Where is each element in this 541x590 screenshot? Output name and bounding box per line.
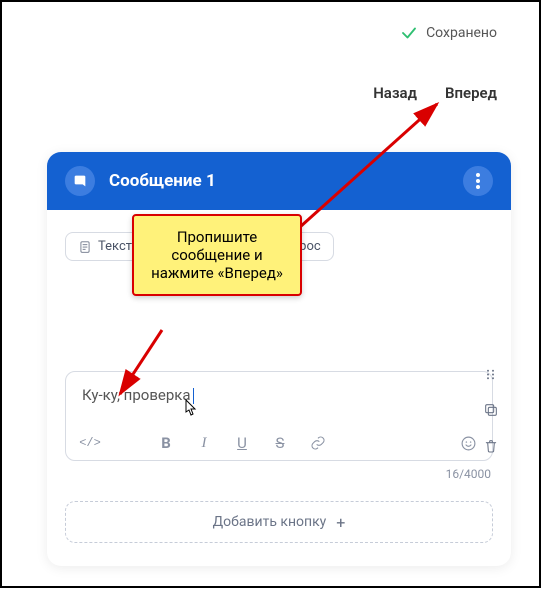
dots-vertical-icon — [476, 173, 480, 189]
nav-row: Назад Вперед — [373, 84, 497, 102]
strike-button[interactable]: S — [270, 434, 290, 452]
nav-forward[interactable]: Вперед — [445, 84, 497, 102]
text-caret — [193, 388, 194, 404]
nav-back[interactable]: Назад — [373, 84, 417, 102]
editor-content: Ку-ку, проверка — [82, 386, 191, 404]
trash-icon[interactable] — [483, 438, 499, 454]
drag-handle-icon[interactable] — [483, 367, 498, 382]
emoji-button[interactable] — [458, 435, 478, 452]
link-icon — [310, 435, 326, 451]
char-counter: 16/4000 — [65, 467, 491, 481]
save-status-label: Сохранено — [426, 25, 497, 41]
card-header: Сообщение 1 — [47, 152, 511, 210]
callout-text: Пропишите сообщение и нажмите «Вперед» — [151, 228, 283, 282]
code-button[interactable]: </> — [80, 436, 100, 450]
message-editor[interactable]: Ку-ку, проверка </> B I U S — [65, 371, 493, 461]
doc-icon — [78, 240, 92, 254]
link-button[interactable] — [308, 435, 328, 451]
editor-side-actions — [483, 367, 499, 454]
smile-icon — [460, 435, 477, 452]
underline-button[interactable]: U — [232, 434, 252, 452]
editor-toolbar: </> B I U S — [80, 434, 478, 452]
card-menu-button[interactable] — [463, 166, 493, 196]
card-title: Сообщение 1 — [109, 171, 449, 191]
add-button-row[interactable]: Добавить кнопку + — [65, 501, 493, 543]
message-icon — [65, 166, 95, 196]
chip-text-label: Текст — [98, 239, 132, 254]
instruction-callout: Пропишите сообщение и нажмите «Вперед» — [132, 214, 302, 296]
editor-wrap: Ку-ку, проверка </> B I U S 16/4000 — [65, 371, 493, 481]
italic-button[interactable]: I — [194, 435, 214, 452]
save-status: Сохранено — [400, 24, 497, 42]
check-icon — [400, 24, 418, 42]
bold-button[interactable]: B — [156, 434, 176, 452]
copy-icon[interactable] — [483, 402, 499, 418]
add-button-label: Добавить кнопку — [213, 514, 327, 530]
plus-icon: + — [336, 513, 345, 532]
